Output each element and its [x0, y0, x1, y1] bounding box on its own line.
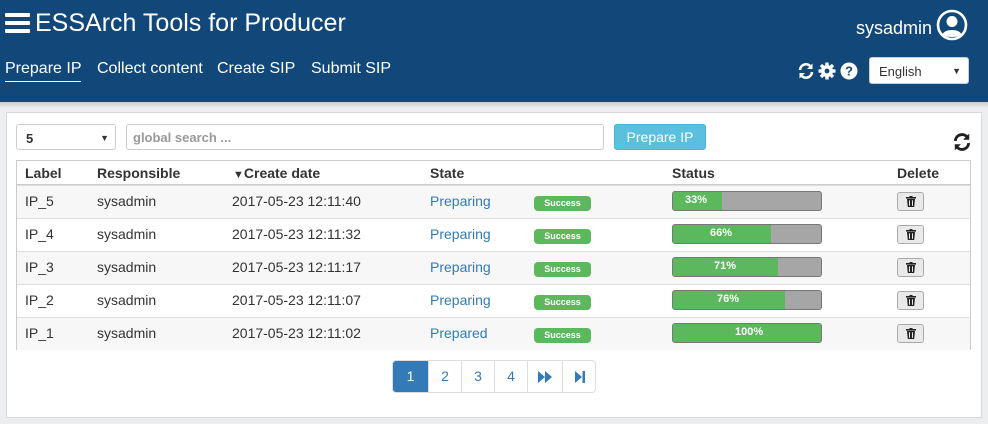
- column-header-create-date-label: Create date: [243, 165, 321, 181]
- username[interactable]: sysadmin: [856, 18, 932, 39]
- column-header-responsible[interactable]: Responsible: [97, 165, 180, 181]
- status-badge: Success: [534, 328, 591, 343]
- cell-state-link[interactable]: Preparing: [430, 193, 491, 209]
- page-size-select[interactable]: 5 ▼: [16, 124, 116, 150]
- prepare-ip-button[interactable]: Prepare IP: [614, 124, 706, 150]
- progress-bar: 76%: [672, 290, 822, 310]
- status-badge: Success: [534, 229, 591, 244]
- app-header: ESSArch Tools for Producer sysadmin Prep…: [0, 0, 988, 102]
- trash-icon: [906, 295, 916, 306]
- cell-label: IP_3: [25, 259, 54, 275]
- app-title: ESSArch Tools for Producer: [35, 9, 346, 37]
- trash-icon: [906, 262, 916, 273]
- progress-bar: 71%: [672, 257, 822, 277]
- cell-label: IP_1: [25, 325, 54, 341]
- next-pages-button[interactable]: [527, 361, 562, 392]
- page-button-4[interactable]: 4: [494, 361, 527, 392]
- page-button-1[interactable]: 1: [393, 361, 428, 392]
- ip-table: Label Responsible ▼Create date State Sta…: [16, 160, 971, 350]
- delete-button[interactable]: [897, 225, 924, 244]
- cell-state-link[interactable]: Prepared: [430, 325, 488, 341]
- column-header-label[interactable]: Label: [25, 165, 62, 181]
- progress-text: 33%: [685, 194, 708, 206]
- status-badge: Success: [534, 196, 591, 211]
- svg-text:?: ?: [845, 64, 853, 79]
- delete-button[interactable]: [897, 258, 924, 277]
- page-size-value: 5: [26, 131, 34, 146]
- table-row[interactable]: IP_4 sysadmin 2017-05-23 12:11:32 Preparing…: [17, 218, 970, 251]
- cell-label: IP_4: [25, 226, 54, 242]
- cell-create-date: 2017-05-23 12:11:02: [232, 325, 361, 341]
- cell-state-link[interactable]: Preparing: [430, 226, 491, 242]
- last-page-button[interactable]: [562, 361, 595, 392]
- progress-text: 66%: [710, 227, 733, 239]
- column-header-status[interactable]: Status: [672, 165, 715, 181]
- cell-responsible: sysadmin: [97, 226, 157, 242]
- language-selected-value: English: [879, 64, 922, 79]
- tab-submit-sip[interactable]: Submit SIP: [311, 60, 391, 78]
- table-row[interactable]: IP_3 sysadmin 2017-05-23 12:11:17 Preparing…: [17, 251, 970, 284]
- cell-label: IP_5: [25, 193, 54, 209]
- cell-responsible: sysadmin: [97, 259, 157, 275]
- tab-collect-content[interactable]: Collect content: [97, 60, 203, 78]
- user-avatar-icon[interactable]: [936, 9, 968, 41]
- progress-text: 100%: [735, 326, 764, 338]
- global-search-input[interactable]: [126, 124, 604, 150]
- help-icon[interactable]: ?: [840, 62, 858, 80]
- refresh-table-icon[interactable]: [952, 132, 972, 152]
- header-shadow: [0, 102, 988, 108]
- chevron-down-icon: ▼: [952, 66, 961, 76]
- trash-icon: [906, 196, 916, 207]
- sort-descending-icon: ▼: [233, 169, 244, 181]
- delete-button[interactable]: [897, 324, 924, 343]
- cell-state-link[interactable]: Preparing: [430, 259, 491, 275]
- column-header-state[interactable]: State: [430, 165, 464, 181]
- cell-state-link[interactable]: Preparing: [430, 292, 491, 308]
- language-select[interactable]: English ▼: [869, 57, 969, 84]
- trash-icon: [906, 328, 916, 339]
- column-header-create-date[interactable]: ▼Create date: [233, 165, 320, 181]
- pagination: 1 2 3 4: [392, 360, 596, 393]
- delete-button[interactable]: [897, 291, 924, 310]
- refresh-icon[interactable]: [797, 62, 815, 80]
- hamburger-menu-icon[interactable]: [5, 13, 30, 33]
- progress-bar: 66%: [672, 224, 822, 244]
- status-badge: Success: [534, 295, 591, 310]
- tab-create-sip[interactable]: Create SIP: [217, 60, 295, 78]
- cell-responsible: sysadmin: [97, 325, 157, 341]
- progress-bar: 33%: [672, 191, 822, 211]
- cell-responsible: sysadmin: [97, 292, 157, 308]
- cell-create-date: 2017-05-23 12:11:40: [232, 193, 361, 209]
- cell-label: IP_2: [25, 292, 54, 308]
- status-badge: Success: [534, 262, 591, 277]
- delete-button[interactable]: [897, 192, 924, 211]
- cell-create-date: 2017-05-23 12:11:07: [232, 292, 361, 308]
- cell-create-date: 2017-05-23 12:11:32: [232, 226, 361, 242]
- table-row[interactable]: IP_1 sysadmin 2017-05-23 12:11:02 Prepared S…: [17, 317, 970, 350]
- step-forward-icon: [575, 371, 585, 383]
- trash-icon: [906, 229, 916, 240]
- page-button-3[interactable]: 3: [461, 361, 494, 392]
- column-header-delete: Delete: [897, 165, 940, 181]
- progress-bar: 100%: [672, 323, 822, 343]
- chevron-down-icon: ▼: [100, 133, 109, 143]
- progress-text: 76%: [717, 293, 740, 305]
- fast-forward-icon: [538, 371, 552, 383]
- table-row[interactable]: IP_2 sysadmin 2017-05-23 12:11:07 Preparing…: [17, 284, 970, 317]
- page-button-2[interactable]: 2: [428, 361, 461, 392]
- gear-icon[interactable]: [818, 62, 836, 80]
- tab-prepare-ip[interactable]: Prepare IP: [5, 60, 82, 82]
- progress-text: 71%: [714, 260, 737, 272]
- cell-responsible: sysadmin: [97, 193, 157, 209]
- cell-create-date: 2017-05-23 12:11:17: [232, 259, 361, 275]
- table-row[interactable]: IP_5 sysadmin 2017-05-23 12:11:40 Preparing…: [17, 185, 970, 218]
